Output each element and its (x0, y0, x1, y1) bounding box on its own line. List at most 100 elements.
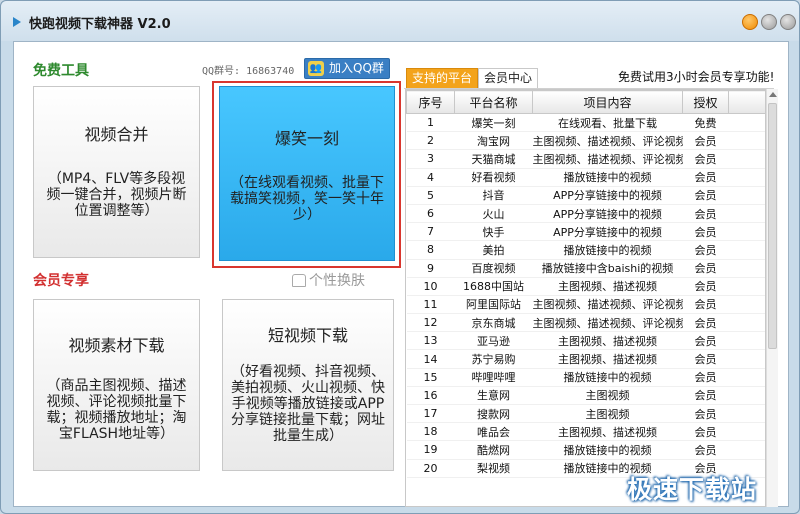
vip-title: 会员专享 (33, 273, 89, 289)
cell-index: 12 (406, 313, 455, 333)
short-video-card[interactable]: 短视频下载 （好看视频、抖音视频、美拍视频、火山视频、快手视频等播放链接或APP… (222, 299, 394, 471)
table-row[interactable]: 15 哔哩哔哩 播放链接中的视频 会员 (406, 368, 765, 387)
title-bar[interactable]: 快跑视频下载神器 V2.0 (1, 1, 799, 41)
join-qq-button[interactable]: 👥 加入QQ群 (304, 58, 390, 79)
cell-blank (728, 149, 765, 169)
tab-member-center[interactable]: 会员中心 (478, 68, 539, 88)
video-merge-title: 视频合并 (84, 125, 149, 144)
table-row[interactable]: 11 阿里国际站 主图视频、描述视频、评论视频 会员 (406, 295, 765, 315)
cell-platform: 好看视频 (454, 168, 533, 187)
cell-auth: 会员 (682, 259, 729, 278)
cell-auth: 会员 (682, 240, 729, 260)
cell-auth: 会员 (682, 277, 729, 296)
cell-blank (728, 204, 765, 224)
cell-platform: 爆笑一刻 (454, 113, 533, 133)
custom-skin-link[interactable]: 个性换肤 (292, 270, 365, 290)
video-merge-card[interactable]: 视频合并 （MP4、FLV等多段视频一键合并，视频片断位置调整等） (33, 86, 200, 258)
qq-group-icon: 👥 (308, 61, 324, 76)
table-row[interactable]: 2 淘宝网 主图视频、描述视频、评论视频 会员 (406, 131, 765, 151)
tab-supported-platforms[interactable]: 支持的平台 (406, 68, 479, 88)
cell-blank (728, 368, 765, 387)
cell-platform: 快手 (454, 222, 533, 242)
cell-index: 20 (406, 459, 455, 478)
cell-index: 18 (406, 422, 455, 442)
cell-blank (728, 331, 765, 351)
cell-blank (728, 313, 765, 333)
cell-platform: 生意网 (454, 386, 533, 406)
table-row[interactable]: 13 亚马逊 主图视频、描述视频 会员 (406, 331, 765, 351)
cell-blank (728, 113, 765, 133)
table-row[interactable]: 8 美拍 播放链接中的视频 会员 (406, 240, 765, 260)
cell-content: 在线观看、批量下载 (532, 113, 683, 133)
scroll-thumb[interactable] (768, 103, 777, 349)
cell-auth: 免费 (682, 113, 729, 133)
cell-blank (728, 168, 765, 187)
cell-blank (728, 386, 765, 406)
table-row[interactable]: 6 火山 APP分享链接中的视频 会员 (406, 204, 765, 224)
table-row[interactable]: 10 1688中国站 主图视频、描述视频 会员 (406, 277, 765, 296)
cell-platform: 搜款网 (454, 404, 533, 424)
cell-auth: 会员 (682, 204, 729, 224)
col-header-content[interactable]: 项目内容 (532, 90, 683, 114)
material-download-card[interactable]: 视频素材下载 （商品主图视频、描述视频、评论视频批量下载；视频播放地址；淘宝FL… (33, 299, 200, 471)
cell-auth: 会员 (682, 295, 729, 315)
table-row[interactable]: 3 天猫商城 主图视频、描述视频、评论视频 会员 (406, 149, 765, 169)
cell-content: 主图视频、描述视频、评论视频 (532, 295, 683, 315)
col-header-index[interactable]: 序号 (406, 90, 455, 114)
cell-content: 主图视频、描述视频、评论视频 (532, 313, 683, 333)
cell-content: 播放链接中的视频 (532, 168, 683, 187)
cell-auth: 会员 (682, 386, 729, 406)
table-row[interactable]: 1 爆笑一刻 在线观看、批量下载 免费 (406, 113, 765, 133)
cell-content: APP分享链接中的视频 (532, 204, 683, 224)
cell-auth: 会员 (682, 186, 729, 205)
cell-blank (728, 222, 765, 242)
table-row[interactable]: 4 好看视频 播放链接中的视频 会员 (406, 168, 765, 187)
join-qq-label: 加入QQ群 (329, 61, 384, 75)
table-scrollbar[interactable] (766, 89, 778, 507)
cell-platform: 酷燃网 (454, 440, 533, 460)
cell-blank (728, 422, 765, 442)
material-download-title: 视频素材下载 (68, 336, 165, 355)
table-row[interactable]: 12 京东商城 主图视频、描述视频、评论视频 会员 (406, 313, 765, 333)
cell-blank (728, 259, 765, 278)
table-row[interactable]: 19 酷燃网 播放链接中的视频 会员 (406, 440, 765, 460)
col-header-platform[interactable]: 平台名称 (454, 90, 533, 114)
skin-button[interactable] (742, 14, 758, 30)
free-tools-title: 免费工具 (33, 63, 89, 79)
cell-platform: 阿里国际站 (454, 295, 533, 315)
minimize-button[interactable] (761, 14, 777, 30)
cell-auth: 会员 (682, 422, 729, 442)
cell-auth: 会员 (682, 331, 729, 351)
cell-index: 14 (406, 349, 455, 369)
cell-content: 主图视频、描述视频 (532, 277, 683, 296)
scroll-up-icon[interactable] (769, 92, 777, 97)
cell-platform: 梨视频 (454, 459, 533, 478)
table-row[interactable]: 5 抖音 APP分享链接中的视频 会员 (406, 186, 765, 205)
cell-index: 8 (406, 240, 455, 260)
close-button[interactable] (780, 14, 796, 30)
table-row[interactable]: 9 百度视频 播放链接中含baishi的视频 会员 (406, 259, 765, 278)
hot-video-title: 爆笑一刻 (274, 129, 339, 148)
cell-index: 4 (406, 168, 455, 187)
table-row[interactable]: 18 唯品会 主图视频、描述视频 会员 (406, 422, 765, 442)
cell-index: 7 (406, 222, 455, 242)
cell-index: 17 (406, 404, 455, 424)
table-row[interactable]: 7 快手 APP分享链接中的视频 会员 (406, 222, 765, 242)
cell-index: 6 (406, 204, 455, 224)
cell-index: 3 (406, 149, 455, 169)
table-row[interactable]: 14 苏宁易购 主图视频、描述视频 会员 (406, 349, 765, 369)
cell-content: 主图视频、描述视频、评论视频 (532, 131, 683, 151)
col-header-auth[interactable]: 授权 (682, 90, 729, 114)
cell-content: 主图视频、描述视频、评论视频 (532, 149, 683, 169)
table-row[interactable]: 16 生意网 主图视频 会员 (406, 386, 765, 406)
cell-auth: 会员 (682, 404, 729, 424)
table-row[interactable]: 17 搜款网 主图视频 会员 (406, 404, 765, 424)
cell-auth: 会员 (682, 149, 729, 169)
cell-content: 播放链接中的视频 (532, 440, 683, 460)
main-content: 免费工具 QQ群号: 16863740 👥 加入QQ群 视频合并 （MP4、FL… (13, 41, 789, 507)
cell-index: 11 (406, 295, 455, 315)
cell-index: 19 (406, 440, 455, 460)
cell-blank (728, 186, 765, 205)
hot-video-card[interactable]: 爆笑一刻 （在线观看视频、批量下载搞笑视频，笑一笑十年少） (219, 86, 395, 261)
cell-platform: 百度视频 (454, 259, 533, 278)
